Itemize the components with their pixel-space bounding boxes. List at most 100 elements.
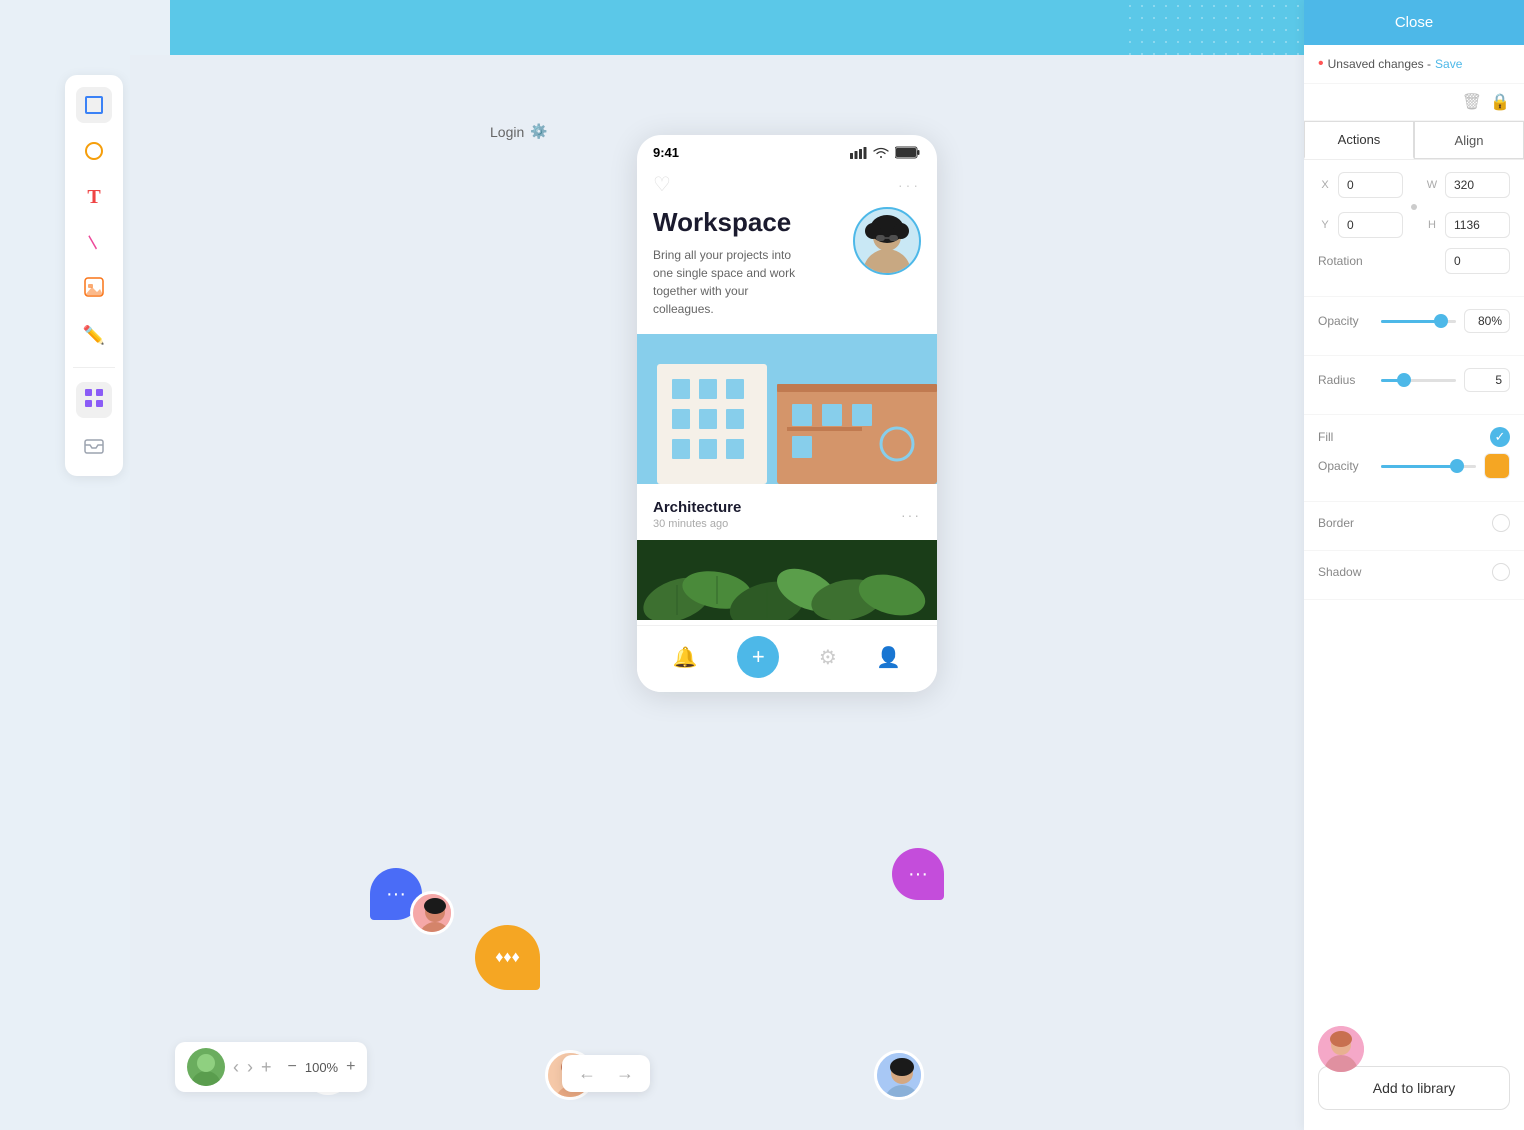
workspace-desc: Bring all your projects into one single … <box>653 246 808 318</box>
right-panel: Close • Unsaved changes - Save 🗑 🔒 Actio… <box>1304 0 1524 1130</box>
zoom-controls: ‹ › + − 100% + <box>175 1042 367 1092</box>
nav-back[interactable]: ‹ <box>233 1057 239 1078</box>
circle-tool[interactable] <box>76 133 112 169</box>
lock-icon[interactable]: 🔒 <box>1490 92 1510 112</box>
unsaved-text: Unsaved changes - <box>1328 57 1431 71</box>
shadow-section: Shadow <box>1304 551 1524 600</box>
unsaved-row: • Unsaved changes - Save <box>1304 45 1524 84</box>
link-dot <box>1411 204 1417 210</box>
border-label: Border <box>1318 516 1492 530</box>
w-label: W <box>1425 179 1439 191</box>
y-label: Y <box>1318 219 1332 231</box>
y-row: Y H <box>1318 212 1510 238</box>
x-input[interactable] <box>1338 172 1403 198</box>
rectangle-tool[interactable] <box>76 87 112 123</box>
user-avatar-blue-tint <box>874 1050 924 1100</box>
settings-icon[interactable]: ⚙️ <box>530 123 547 140</box>
y-input[interactable] <box>1338 212 1403 238</box>
position-section: X W Y H Rotation <box>1304 160 1524 297</box>
plants-card <box>637 540 937 625</box>
wifi-icon <box>873 147 889 159</box>
radius-section: Radius 5 <box>1304 356 1524 415</box>
close-button[interactable]: Close <box>1304 0 1524 45</box>
rotation-input[interactable] <box>1445 248 1510 274</box>
fill-opacity-thumb[interactable] <box>1450 459 1464 473</box>
profile-avatar <box>853 207 921 275</box>
canvas[interactable]: Login ⚙️ 9:41 <box>130 55 1304 1130</box>
user-avatar-toolbar <box>187 1048 225 1086</box>
fill-opacity-label: Opacity <box>1318 459 1373 473</box>
opacity-section: Opacity 80% <box>1304 297 1524 356</box>
tab-row: Actions Align <box>1304 121 1524 160</box>
toolbar-divider <box>73 367 115 368</box>
zoom-value: 100% <box>305 1060 338 1075</box>
radius-label: Radius <box>1318 373 1373 387</box>
w-input[interactable] <box>1445 172 1510 198</box>
redo-icon[interactable]: → <box>616 1063 634 1084</box>
radius-track[interactable] <box>1381 379 1456 382</box>
arch-more-icon[interactable]: ··· <box>901 507 921 523</box>
nav-forward[interactable]: › <box>247 1057 253 1078</box>
image-tool[interactable] <box>76 271 112 307</box>
bottom-toolbar: ← → <box>562 1055 650 1092</box>
arch-title: Architecture <box>653 499 741 516</box>
color-swatch[interactable] <box>1484 453 1510 479</box>
border-toggle[interactable] <box>1492 514 1510 532</box>
shadow-toggle[interactable] <box>1492 563 1510 581</box>
arch-info: Architecture 30 minutes ago ··· <box>637 489 937 540</box>
add-library-button[interactable]: Add to library <box>1318 1066 1510 1110</box>
bell-icon[interactable]: 🔔 <box>673 645 698 670</box>
nav-add[interactable]: + <box>261 1057 272 1078</box>
shadow-row: Shadow <box>1318 563 1510 581</box>
unsaved-dot: • <box>1318 55 1324 73</box>
status-bar: 9:41 <box>637 135 937 166</box>
fill-row: Fill ✓ <box>1318 427 1510 447</box>
signal-icon <box>850 147 867 159</box>
opacity-label: Opacity <box>1318 314 1373 328</box>
status-icons <box>850 146 921 159</box>
arch-time: 30 minutes ago <box>653 518 741 530</box>
opacity-thumb[interactable] <box>1434 314 1448 328</box>
left-toolbar: T / ✏️ <box>65 75 123 476</box>
workspace-content: Workspace Bring all your projects into o… <box>637 207 937 334</box>
profile-nav-icon[interactable]: 👤 <box>876 645 901 670</box>
opacity-track[interactable] <box>1381 320 1456 323</box>
architecture-card: Architecture 30 minutes ago ··· <box>637 334 937 540</box>
fill-opacity-track[interactable] <box>1381 465 1476 468</box>
undo-icon[interactable]: ← <box>578 1063 596 1084</box>
h-input[interactable] <box>1445 212 1510 238</box>
time-display: 9:41 <box>653 145 679 160</box>
workspace-title: Workspace <box>653 207 808 238</box>
user-avatar-pink <box>410 891 454 935</box>
border-section: Border <box>1304 502 1524 551</box>
pen-tool[interactable]: / <box>76 225 112 261</box>
mobile-nav: 🔔 + ⚙ 👤 <box>637 625 937 692</box>
fill-check[interactable]: ✓ <box>1490 427 1510 447</box>
icon-row: 🗑 🔒 <box>1304 84 1524 121</box>
text-tool[interactable]: T <box>76 179 112 215</box>
save-link[interactable]: Save <box>1435 57 1462 71</box>
settings-nav-icon[interactable]: ⚙ <box>819 645 837 670</box>
radius-thumb[interactable] <box>1397 373 1411 387</box>
inbox-tool[interactable] <box>76 428 112 464</box>
zoom-plus[interactable]: + <box>346 1058 355 1076</box>
tab-align[interactable]: Align <box>1414 121 1524 159</box>
heart-icon[interactable]: ♡ <box>653 172 671 197</box>
zoom-minus[interactable]: − <box>288 1058 297 1076</box>
panel-user-avatar <box>1318 1026 1364 1072</box>
chat-bubble-yellow: ♦♦♦ <box>475 925 540 990</box>
tab-actions[interactable]: Actions <box>1304 121 1414 159</box>
plants-image <box>637 540 937 620</box>
more-icon[interactable]: ··· <box>898 177 921 193</box>
trash-icon[interactable]: 🗑 <box>1462 92 1482 112</box>
fill-label: Fill <box>1318 430 1490 444</box>
add-button[interactable]: + <box>737 636 779 678</box>
h-label: H <box>1425 219 1439 231</box>
pencil-tool[interactable]: ✏️ <box>76 317 112 353</box>
rotation-label: Rotation <box>1318 254 1378 268</box>
opacity-value: 80% <box>1464 309 1510 333</box>
radius-fill <box>1381 379 1404 382</box>
opacity-row: Opacity 80% <box>1318 309 1510 333</box>
grid-tool[interactable] <box>76 382 112 418</box>
fill-opacity-fill <box>1381 465 1457 468</box>
